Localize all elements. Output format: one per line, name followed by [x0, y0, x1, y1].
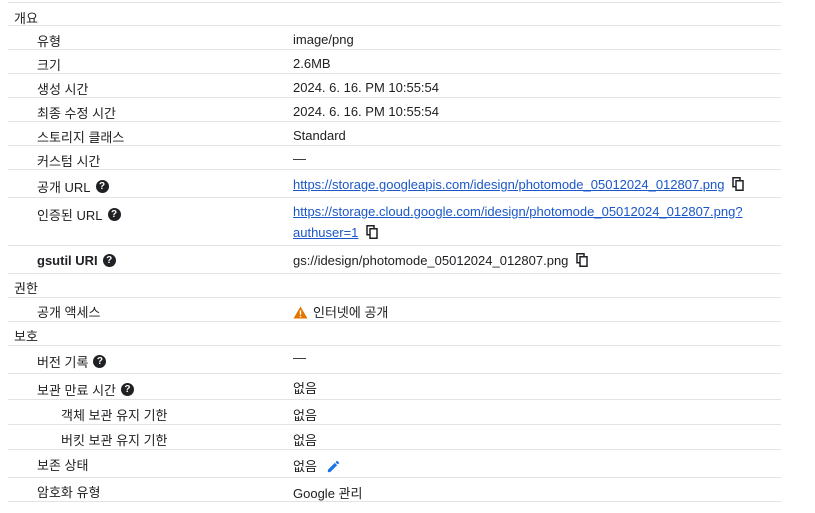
row-public-url: 공개 URL ? https://storage.googleapis.com/… — [8, 170, 781, 198]
section-title-permissions: 권한 — [14, 281, 38, 296]
versioning-value: — — [293, 350, 306, 365]
public-access-label: 공개 액세스 — [37, 305, 101, 320]
object-details-panel: 개요 유형 image/png 크기 2.6MB 생성 시간 2024. 6. … — [0, 0, 815, 513]
custom-time-value: — — [293, 151, 306, 166]
object-retention-label: 객체 보관 유지 기한 — [61, 408, 168, 423]
retention-value: 없음 — [293, 381, 317, 396]
row-gsutil-uri: gsutil URI ? gs://idesign/photomode_0501… — [8, 246, 781, 274]
public-url-value-group: https://storage.googleapis.com/idesign/p… — [293, 177, 744, 194]
size-value: 2.6MB — [293, 56, 331, 71]
row-authenticated-url: 인증된 URL ? https://storage.cloud.google.c… — [8, 198, 781, 246]
versioning-label-group: 버전 기록 ? — [37, 352, 107, 371]
auth-url-line1: https://storage.cloud.google.com/idesign… — [293, 204, 743, 219]
row-type: 유형 image/png — [8, 26, 781, 50]
section-permissions: 권한 — [8, 274, 781, 298]
row-size: 크기 2.6MB — [8, 50, 781, 74]
storage-class-value: Standard — [293, 128, 346, 143]
public-access-value-group: 인터넷에 공개 — [293, 302, 388, 322]
custom-time-label: 커스텀 시간 — [37, 154, 101, 169]
row-custom-time: 커스텀 시간 — — [8, 146, 781, 170]
bucket-retention-label: 버킷 보관 유지 기한 — [61, 433, 168, 448]
retention-label-group: 보관 만료 시간 ? — [37, 380, 134, 399]
size-label: 크기 — [37, 58, 61, 73]
created-label: 생성 시간 — [37, 82, 89, 97]
encryption-label: 암호화 유형 — [37, 485, 101, 500]
row-encryption: 암호화 유형 Google 관리 — [8, 478, 781, 502]
help-circle-icon[interactable]: ? — [102, 254, 116, 267]
copy-icon[interactable] — [732, 177, 744, 194]
versioning-label: 버전 기록 — [37, 355, 89, 370]
hold-label: 보존 상태 — [37, 458, 89, 473]
gsutil-label: gsutil URI — [37, 253, 98, 268]
public-url-link[interactable]: https://storage.googleapis.com/idesign/p… — [293, 177, 725, 192]
modified-value: 2024. 6. 16. PM 10:55:54 — [293, 104, 439, 119]
auth-url-link-part1[interactable]: https://storage.cloud.google.com/idesign… — [293, 204, 743, 219]
row-hold-status: 보존 상태 없음 — [8, 450, 781, 478]
modified-label: 최종 수정 시간 — [37, 106, 116, 121]
row-created: 생성 시간 2024. 6. 16. PM 10:55:54 — [8, 74, 781, 98]
help-circle-icon[interactable]: ? — [107, 208, 121, 221]
auth-url-line2: authuser=1 — [293, 225, 378, 242]
help-circle-icon[interactable]: ? — [93, 355, 107, 368]
help-circle-icon[interactable]: ? — [95, 180, 109, 193]
type-label: 유형 — [37, 34, 61, 49]
gsutil-value: gs://idesign/photomode_05012024_012807.p… — [293, 253, 569, 268]
gsutil-label-group: gsutil URI ? — [37, 253, 116, 268]
warning-icon — [293, 306, 308, 322]
retention-label: 보관 만료 시간 — [37, 383, 116, 398]
row-public-access: 공개 액세스 인터넷에 공개 — [8, 298, 781, 322]
section-protection: 보호 — [8, 322, 781, 346]
row-retention-expiry: 보관 만료 시간 ? 없음 — [8, 374, 781, 400]
row-object-retention: 객체 보관 유지 기한 없음 — [8, 400, 781, 425]
auth-url-link-part2[interactable]: authuser=1 — [293, 225, 358, 240]
gsutil-value-group: gs://idesign/photomode_05012024_012807.p… — [293, 253, 588, 270]
bucket-retention-value: 없음 — [293, 433, 317, 448]
row-storage-class: 스토리지 클래스 Standard — [8, 122, 781, 146]
edit-pencil-icon[interactable] — [326, 459, 341, 477]
created-value: 2024. 6. 16. PM 10:55:54 — [293, 80, 439, 95]
storage-class-label: 스토리지 클래스 — [37, 130, 125, 145]
row-versioning: 버전 기록 ? — — [8, 346, 781, 374]
copy-icon[interactable] — [576, 253, 588, 270]
object-retention-value: 없음 — [293, 408, 317, 423]
help-circle-icon[interactable]: ? — [120, 383, 134, 396]
hold-value-group: 없음 — [293, 456, 341, 477]
public-url-label-group: 공개 URL ? — [37, 177, 109, 196]
copy-icon[interactable] — [366, 225, 378, 242]
section-overview: 개요 — [8, 2, 781, 26]
row-bucket-retention: 버킷 보관 유지 기한 없음 — [8, 425, 781, 450]
hold-value: 없음 — [293, 459, 317, 474]
type-value: image/png — [293, 32, 354, 47]
public-url-label: 공개 URL — [37, 180, 91, 195]
row-modified: 최종 수정 시간 2024. 6. 16. PM 10:55:54 — [8, 98, 781, 122]
section-title-overview: 개요 — [14, 11, 38, 26]
auth-url-label-group: 인증된 URL ? — [37, 205, 121, 224]
section-title-protection: 보호 — [14, 329, 38, 344]
public-access-value: 인터넷에 공개 — [313, 305, 389, 320]
auth-url-label: 인증된 URL — [37, 208, 103, 223]
encryption-value: Google 관리 — [293, 486, 363, 501]
